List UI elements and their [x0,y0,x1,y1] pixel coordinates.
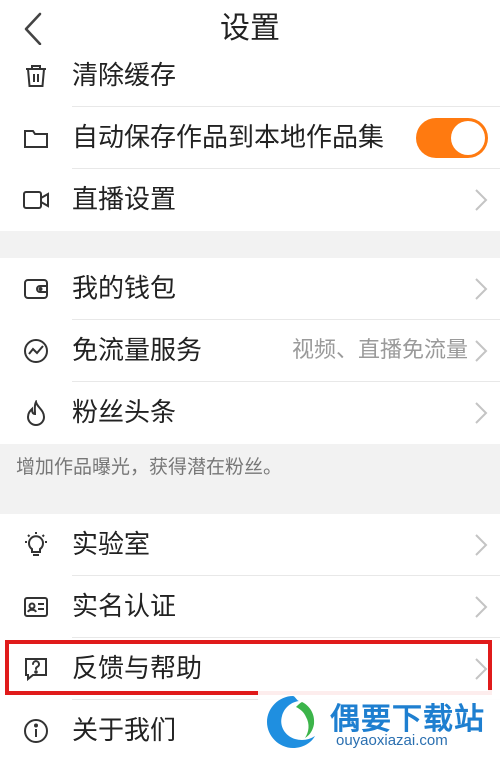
section-hint: 增加作品曝光，获得潜在粉丝。 [16,456,283,478]
auto-save-toggle[interactable] [416,118,488,158]
chevron-right-icon [475,534,488,556]
settings-item-live-settings[interactable]: 直播设置 [0,169,500,231]
settings-item-free-data[interactable]: 免流量服务 视频、直播免流量 [0,320,500,382]
toggle-knob [451,121,485,155]
settings-item-label: 实验室 [72,530,151,560]
lightbulb-icon [22,531,50,559]
settings-item-auto-save: 自动保存作品到本地作品集 [0,107,500,169]
settings-item-clear-cache[interactable]: 清除缓存 [0,45,500,107]
settings-item-wallet[interactable]: 我的钱包 [0,258,500,320]
settings-item-lab[interactable]: 实验室 [0,514,500,576]
chevron-right-icon [475,340,488,362]
chevron-right-icon [475,596,488,618]
settings-item-fan-headline[interactable]: 粉丝头条 [0,382,500,444]
info-icon [22,717,50,745]
settings-item-label: 免流量服务 [72,336,203,366]
settings-item-label: 我的钱包 [72,274,177,304]
settings-item-label: 反馈与帮助 [72,654,203,684]
settings-group-2: 我的钱包 免流量服务 视频、直播免流量 粉丝头条 [0,258,500,444]
settings-item-label: 清除缓存 [72,61,177,91]
settings-item-label: 实名认证 [72,592,177,622]
settings-item-real-name[interactable]: 实名认证 [0,576,500,638]
watermark-url: ouyaoxiazai.com [336,732,448,749]
chevron-right-icon [475,658,488,680]
settings-item-label: 粉丝头条 [72,398,177,428]
settings-item-label: 直播设置 [72,185,177,215]
id-card-icon [22,593,50,621]
chevron-right-icon [475,189,488,211]
help-bubble-icon [22,655,50,683]
chevron-right-icon [475,278,488,300]
watermark-logo-icon [267,696,315,748]
watermark: 偶要下载站 ouyaoxiazai.com [258,690,500,755]
settings-group-1: 清除缓存 自动保存作品到本地作品集 直播设置 [0,45,500,231]
settings-item-label: 自动保存作品到本地作品集 [72,123,385,153]
settings-item-label: 关于我们 [72,716,177,746]
video-camera-icon [22,186,50,214]
chevron-right-icon [475,402,488,424]
settings-item-value: 视频、直播免流量 [291,338,468,363]
traffic-chart-icon [22,337,50,365]
folder-icon [22,124,50,152]
trash-icon [22,62,50,90]
flame-icon [22,399,50,427]
wallet-icon [22,275,50,303]
